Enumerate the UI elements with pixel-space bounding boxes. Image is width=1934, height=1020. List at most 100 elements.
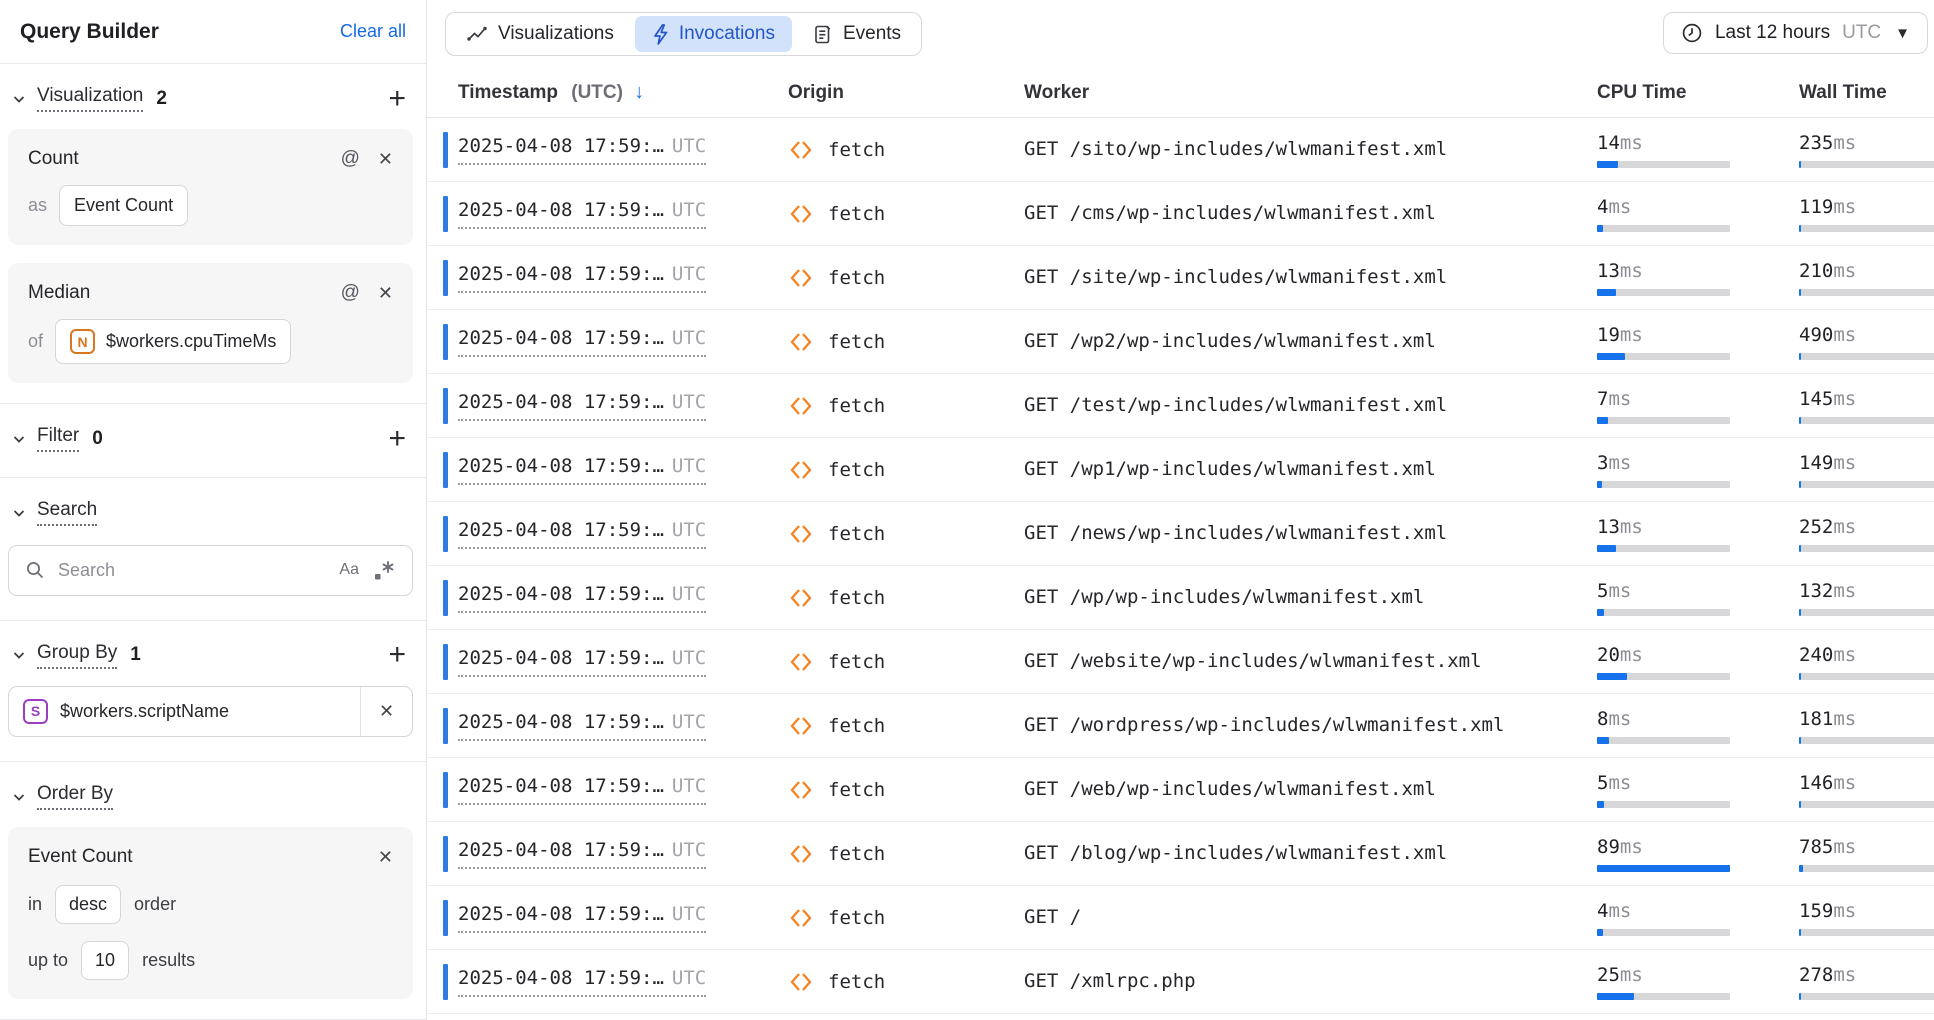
wall-time-bar (1799, 545, 1934, 552)
cpu-time-bar (1597, 161, 1730, 168)
cpu-time-value: 14 (1597, 132, 1620, 154)
timestamp-cell[interactable]: 2025-04-08 17:59:…UTC (458, 455, 706, 485)
match-case-icon[interactable]: Aa (339, 561, 359, 579)
chevron-down-icon[interactable] (12, 648, 26, 662)
table-row[interactable]: 2025-04-08 17:59:…UTC fetch GET /wp2/wp-… (427, 310, 1934, 374)
cpu-time-unit: ms (1608, 196, 1631, 218)
table-row[interactable]: 2025-04-08 17:59:…UTC fetch GET /blog/wp… (427, 822, 1934, 886)
table-row[interactable]: 2025-04-08 17:59:…UTC fetch GET /website… (427, 630, 1934, 694)
header-timestamp[interactable]: Timestamp (UTC) ↓ (458, 81, 788, 104)
chevron-down-icon[interactable] (12, 92, 26, 106)
tab-visualizations[interactable]: Visualizations (449, 16, 631, 52)
add-visualization-button[interactable]: + (384, 86, 410, 112)
wall-time-bar (1799, 929, 1934, 936)
table-row[interactable]: 2025-04-08 17:59:…UTC fetch GET /sito/wp… (427, 118, 1934, 182)
timestamp-cell[interactable]: 2025-04-08 17:59:…UTC (458, 327, 706, 357)
remove-count-icon[interactable]: ✕ (378, 149, 393, 170)
wall-time-unit: ms (1833, 132, 1856, 154)
timestamp-cell[interactable]: 2025-04-08 17:59:…UTC (458, 711, 706, 741)
search-icon (25, 560, 45, 580)
cpu-time-bar (1597, 353, 1730, 360)
timestamp-value: 2025-04-08 17:59:… (458, 263, 664, 285)
tab-invocations[interactable]: Invocations (635, 16, 792, 52)
wall-time-bar (1799, 225, 1934, 232)
cpu-time-bar (1597, 545, 1730, 552)
document-icon (813, 24, 833, 45)
sort-descending-icon[interactable]: ↓ (634, 81, 644, 103)
timestamp-cell[interactable]: 2025-04-08 17:59:…UTC (458, 839, 706, 869)
table-row[interactable]: 2025-04-08 17:59:…UTC fetch GET /xmlrpc.… (427, 950, 1934, 1014)
in-label: in (28, 894, 42, 915)
table-row[interactable]: 2025-04-08 17:59:…UTC fetch GET /wp/wp-i… (427, 566, 1934, 630)
wall-time-bar (1799, 865, 1934, 872)
at-mention-icon[interactable]: @ (341, 282, 360, 304)
row-accent-bar (443, 836, 448, 872)
clear-all-button[interactable]: Clear all (340, 21, 406, 42)
sort-direction-select[interactable]: desc (55, 885, 121, 924)
wall-time-value: 149 (1799, 452, 1833, 474)
wall-time-unit: ms (1833, 196, 1856, 218)
table-row[interactable]: 2025-04-08 17:59:…UTC fetch GET /cms/wp-… (427, 182, 1934, 246)
table-row[interactable]: 2025-04-08 17:59:…UTC fetch GET /site/wp… (427, 246, 1934, 310)
timestamp-cell[interactable]: 2025-04-08 17:59:…UTC (458, 391, 706, 421)
timestamp-cell[interactable]: 2025-04-08 17:59:…UTC (458, 967, 706, 997)
add-filter-button[interactable]: + (384, 426, 410, 452)
timestamp-cell[interactable]: 2025-04-08 17:59:…UTC (458, 903, 706, 933)
timestamp-timezone: UTC (672, 775, 706, 797)
cpu-time-bar (1597, 929, 1730, 936)
cpu-time-bar (1597, 609, 1730, 616)
timestamp-value: 2025-04-08 17:59:… (458, 583, 664, 605)
time-range-dropdown[interactable]: Last 12 hours UTC ▼ (1663, 12, 1928, 54)
timestamp-cell[interactable]: 2025-04-08 17:59:…UTC (458, 199, 706, 229)
origin-value: fetch (828, 331, 885, 353)
timestamp-cell[interactable]: 2025-04-08 17:59:…UTC (458, 583, 706, 613)
table-row[interactable]: 2025-04-08 17:59:…UTC fetch GET /wordpre… (427, 694, 1934, 758)
header-cpu-time: CPU Time (1597, 82, 1799, 104)
table-row[interactable]: 2025-04-08 17:59:…UTC fetch GET /web/wp-… (427, 758, 1934, 822)
timestamp-value: 2025-04-08 17:59:… (458, 519, 664, 541)
search-input[interactable]: Search Aa (8, 545, 413, 596)
remove-order-by-icon[interactable]: ✕ (378, 847, 393, 868)
cpu-time-value: 5 (1597, 580, 1608, 602)
fetch-origin-icon (788, 457, 814, 483)
tab-events[interactable]: Events (796, 16, 918, 52)
table-row[interactable]: 2025-04-08 17:59:…UTC fetch GET /test/wp… (427, 374, 1934, 438)
up-to-label: up to (28, 950, 68, 971)
result-limit-input[interactable]: 10 (81, 941, 129, 980)
timestamp-timezone: UTC (672, 391, 706, 413)
cpu-time-bar (1597, 865, 1730, 872)
timestamp-timezone: UTC (672, 711, 706, 733)
timestamp-cell[interactable]: 2025-04-08 17:59:…UTC (458, 647, 706, 677)
timestamp-cell[interactable]: 2025-04-08 17:59:…UTC (458, 135, 706, 165)
timestamp-cell[interactable]: 2025-04-08 17:59:…UTC (458, 263, 706, 293)
group-by-label: Group By (37, 642, 117, 669)
wall-time-value: 490 (1799, 324, 1833, 346)
event-count-alias-chip[interactable]: Event Count (59, 185, 188, 226)
chevron-down-icon[interactable] (12, 790, 26, 804)
count-card-title: Count (28, 148, 341, 170)
cpu-time-unit: ms (1620, 644, 1643, 666)
fetch-origin-icon (788, 521, 814, 547)
wall-time-unit: ms (1833, 708, 1856, 730)
chevron-down-icon[interactable] (12, 432, 26, 446)
chevron-down-icon[interactable] (12, 506, 26, 520)
timestamp-cell[interactable]: 2025-04-08 17:59:…UTC (458, 519, 706, 549)
remove-group-by-button[interactable]: ✕ (360, 687, 412, 737)
origin-value: fetch (828, 715, 885, 737)
origin-value: fetch (828, 203, 885, 225)
regex-icon[interactable] (373, 559, 396, 582)
wall-time-bar (1799, 609, 1934, 616)
table-header-row: Timestamp (UTC) ↓ Origin Worker CPU Time… (427, 68, 1934, 118)
table-row[interactable]: 2025-04-08 17:59:…UTC fetch GET /wp1/wp-… (427, 438, 1934, 502)
table-row[interactable]: 2025-04-08 17:59:…UTC fetch GET / 4ms 15… (427, 886, 1934, 950)
median-field-chip[interactable]: N $workers.cpuTimeMs (55, 319, 291, 364)
group-by-field[interactable]: S $workers.scriptName ✕ (8, 686, 413, 738)
table-row[interactable]: 2025-04-08 17:59:…UTC fetch GET /news/wp… (427, 502, 1934, 566)
add-group-by-button[interactable]: + (384, 642, 410, 668)
cpu-time-value: 25 (1597, 964, 1620, 986)
median-visualization-card: Median @ ✕ of N $workers.cpuTimeMs (8, 263, 413, 383)
divider (0, 477, 426, 478)
remove-median-icon[interactable]: ✕ (378, 283, 393, 304)
at-mention-icon[interactable]: @ (341, 148, 360, 170)
timestamp-cell[interactable]: 2025-04-08 17:59:…UTC (458, 775, 706, 805)
